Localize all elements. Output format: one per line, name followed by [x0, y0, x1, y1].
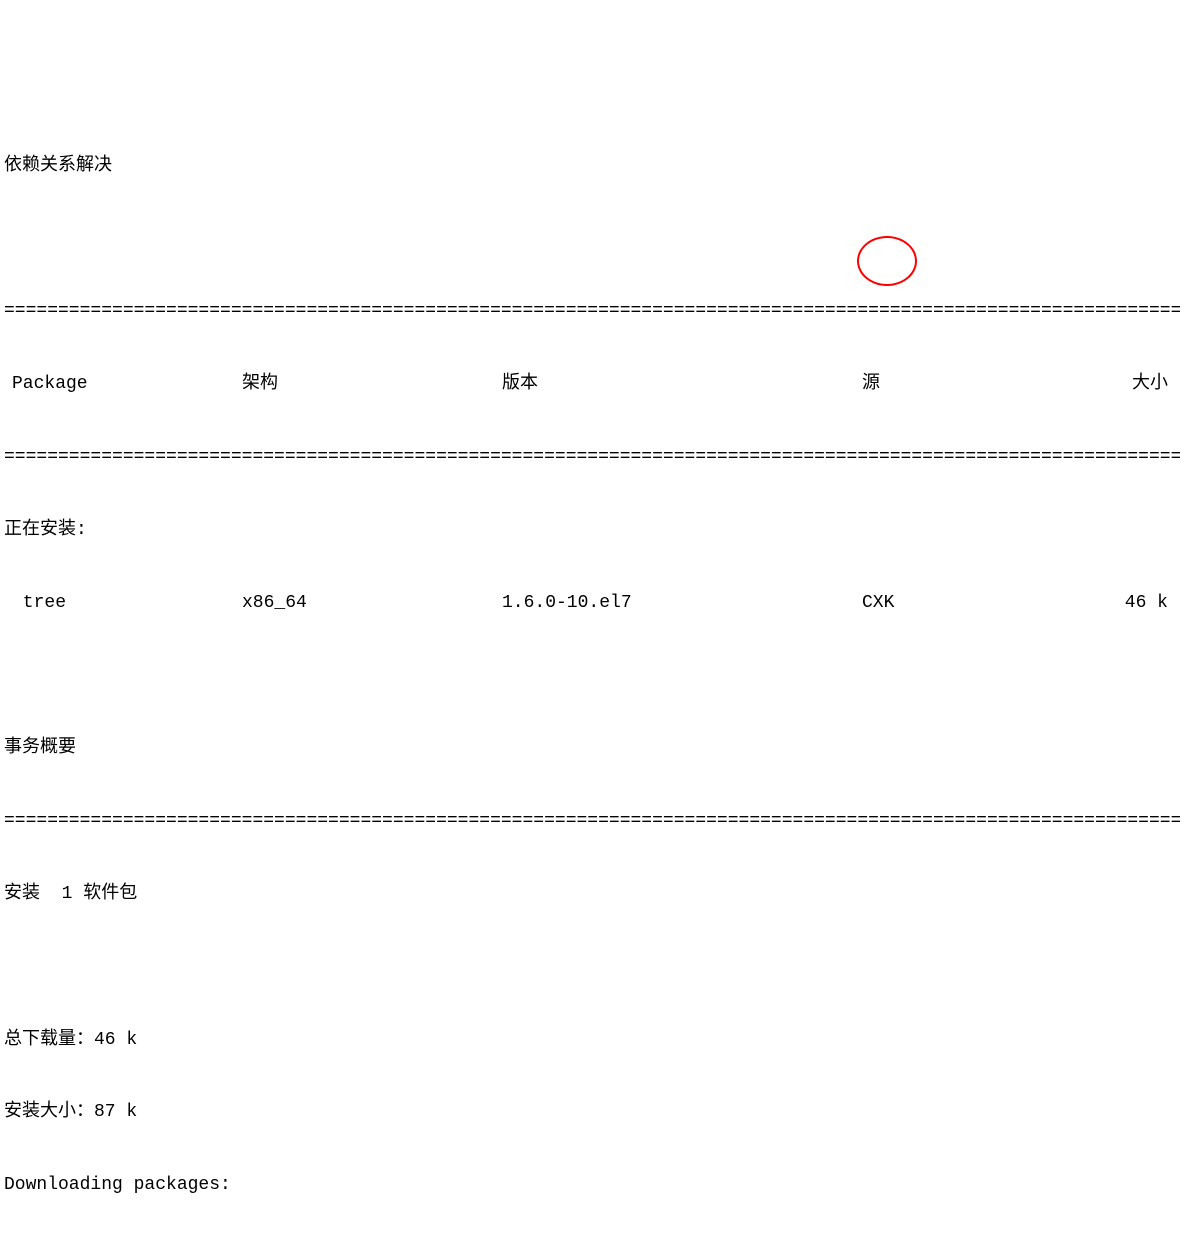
header-repo: 源 [862, 372, 1092, 396]
cell-package: tree [4, 591, 242, 615]
cell-arch: x86_64 [242, 591, 502, 615]
table-header: Package 架构 版本 源 大小 [4, 372, 1180, 396]
dep-resolve-title: 依赖关系解决 [4, 154, 1180, 178]
section-installing: 正在安装: [4, 518, 1180, 542]
summary-title: 事务概要 [4, 736, 1180, 760]
summary-install: 安装 1 软件包 [4, 882, 1180, 906]
header-version: 版本 [502, 372, 862, 396]
terminal-output: 依赖关系解决 =================================… [4, 105, 1180, 1242]
header-arch: 架构 [242, 372, 502, 396]
header-package: Package [4, 372, 242, 396]
cell-repo: CXK [862, 591, 1092, 615]
separator-middle: ========================================… [4, 445, 1180, 469]
download-total: 总下载量：46 k [4, 1028, 1180, 1052]
downloading-packages: Downloading packages: [4, 1173, 1180, 1197]
separator-summary: ========================================… [4, 809, 1180, 833]
header-size: 大小 [1092, 372, 1180, 396]
cell-version: 1.6.0-10.el7 [502, 591, 862, 615]
separator-top: ========================================… [4, 299, 1180, 323]
table-row: tree x86_64 1.6.0-10.el7 CXK 46 k [4, 591, 1180, 615]
cell-size: 46 k [1092, 591, 1180, 615]
install-size: 安装大小：87 k [4, 1100, 1180, 1124]
